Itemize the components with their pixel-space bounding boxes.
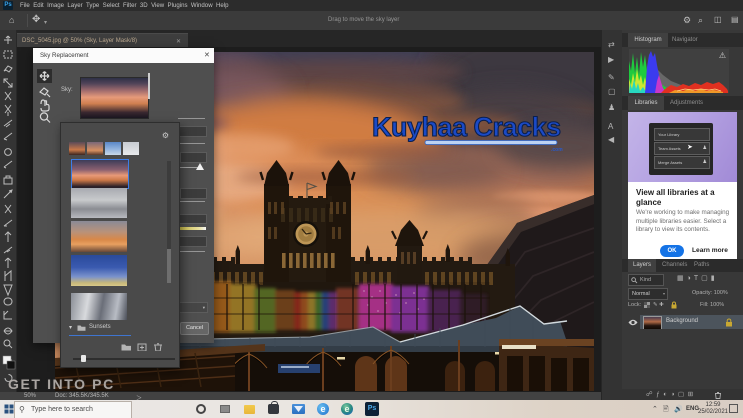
svg-text:.com: .com: [551, 147, 563, 153]
svg-text:Kuyhaa Cracks: Kuyhaa Cracks: [372, 112, 561, 142]
